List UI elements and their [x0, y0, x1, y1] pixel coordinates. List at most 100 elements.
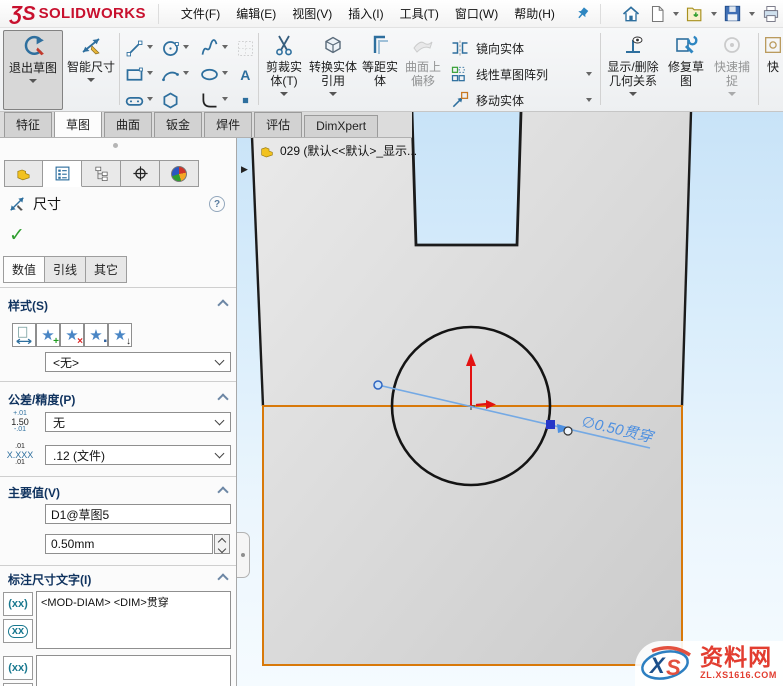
- dimension-handle-left[interactable]: [373, 380, 383, 390]
- line-tool-flyout[interactable]: [147, 45, 153, 49]
- spline-tool-flyout[interactable]: [222, 45, 228, 49]
- precision-dropdown[interactable]: .12 (文件): [45, 445, 231, 465]
- line-tool-button[interactable]: [122, 36, 146, 60]
- dimension-value-spinner[interactable]: [214, 534, 230, 554]
- arc-tool-button[interactable]: [158, 62, 182, 86]
- dimension-text-area-secondary[interactable]: [36, 655, 231, 686]
- panel-splitter-handle[interactable]: [237, 532, 250, 578]
- style-delete-button[interactable]: ★ ×: [60, 323, 84, 347]
- add-parenthesis-button[interactable]: (xx): [3, 592, 33, 616]
- circle-tool-button[interactable]: [158, 36, 182, 60]
- polygon-tool-button[interactable]: [158, 88, 182, 112]
- tab-value[interactable]: 数值: [3, 256, 46, 283]
- tree-flyout-arrow[interactable]: ▶: [241, 164, 248, 175]
- menu-edit[interactable]: 编辑(E): [228, 1, 284, 26]
- menu-help[interactable]: 帮助(H): [506, 1, 563, 26]
- trim-entities-button[interactable]: 剪裁实体(T): [261, 30, 307, 110]
- exit-sketch-flyout[interactable]: [29, 79, 37, 83]
- convert-entities-button[interactable]: 转换实体引用: [308, 30, 358, 110]
- point-tool-button[interactable]: [233, 88, 257, 112]
- display-relations-flyout[interactable]: [629, 92, 637, 96]
- graphics-area[interactable]: ∅0.50贯穿 ▶ 029 (默认<<默认>_显示... X S 资料网 ZL.…: [237, 112, 783, 686]
- boxed-dimension-button[interactable]: xx: [3, 619, 33, 643]
- dimension-anchor-point[interactable]: [546, 420, 555, 429]
- tab-leaders[interactable]: 引线: [45, 256, 87, 283]
- tab-featuremanager[interactable]: [4, 160, 43, 187]
- panel-splitter-dot[interactable]: [113, 143, 118, 148]
- rectangle-tool-flyout[interactable]: [147, 71, 153, 75]
- ellipse-tool-flyout[interactable]: [222, 71, 228, 75]
- open-flyout[interactable]: [710, 11, 717, 16]
- fillet-tool-button[interactable]: [197, 88, 221, 112]
- home-button[interactable]: [619, 2, 643, 26]
- save-button[interactable]: [721, 2, 745, 26]
- move-entities-flyout[interactable]: [586, 98, 592, 102]
- ribbon-tab-features[interactable]: 特征: [4, 112, 53, 137]
- new-document-flyout[interactable]: [672, 11, 679, 16]
- style-dropdown[interactable]: <无>: [45, 352, 231, 372]
- primary-collapse-chevron[interactable]: [217, 486, 229, 498]
- circle-tool-flyout[interactable]: [183, 45, 189, 49]
- feature-tree-item[interactable]: 029 (默认<<默认>_显示...: [259, 142, 417, 159]
- tolerance-type-dropdown[interactable]: 无: [45, 412, 231, 432]
- style-default-button[interactable]: [12, 323, 36, 347]
- move-entities-button[interactable]: 移动实体: [450, 90, 524, 110]
- style-load-button[interactable]: ★ ↓: [108, 323, 132, 347]
- smart-dimension-flyout[interactable]: [87, 78, 95, 82]
- ok-button[interactable]: ✓: [9, 224, 25, 247]
- convert-entities-flyout[interactable]: [329, 92, 337, 96]
- linear-sketch-pattern-button[interactable]: 线性草图阵列: [450, 64, 548, 84]
- style-add-button[interactable]: ★ +: [36, 323, 60, 347]
- dimension-text-area[interactable]: <MOD-DIAM> <DIM>贯穿: [36, 591, 231, 649]
- help-button[interactable]: ?: [209, 196, 225, 212]
- notch-edges[interactable]: [410, 112, 523, 247]
- offset-entities-button[interactable]: 等距实体: [360, 30, 400, 110]
- repair-sketch-button[interactable]: 修复草图: [664, 30, 708, 110]
- trim-entities-flyout[interactable]: [280, 92, 288, 96]
- tab-configurationmanager[interactable]: [82, 160, 121, 187]
- dimension-value-input[interactable]: [45, 534, 213, 554]
- rectangle-tool-button[interactable]: [122, 62, 146, 86]
- dimension-text-collapse-chevron[interactable]: [217, 573, 229, 585]
- menu-view[interactable]: 视图(V): [284, 1, 340, 26]
- menu-insert[interactable]: 插入(I): [340, 1, 391, 26]
- ribbon-tab-dimxpert[interactable]: DimXpert: [304, 115, 379, 137]
- tab-propertymanager[interactable]: [43, 160, 82, 187]
- style-collapse-chevron[interactable]: [217, 299, 229, 311]
- quick-snaps-flyout[interactable]: [728, 92, 736, 96]
- linear-pattern-flyout[interactable]: [586, 72, 592, 76]
- style-save-button[interactable]: ★ ▪: [84, 323, 108, 347]
- ribbon-tab-sketch[interactable]: 草图: [54, 110, 103, 137]
- fillet-tool-flyout[interactable]: [222, 97, 228, 101]
- pin-menu-toggle[interactable]: [575, 6, 590, 21]
- slot-tool-button[interactable]: [122, 88, 146, 112]
- menu-tools[interactable]: 工具(T): [392, 1, 447, 26]
- open-button[interactable]: [683, 2, 707, 26]
- menu-window[interactable]: 窗口(W): [447, 1, 506, 26]
- clipped-toolbar-button[interactable]: 快: [762, 30, 783, 110]
- add-parenthesis-button-secondary[interactable]: (xx): [3, 656, 33, 680]
- menu-file[interactable]: 文件(F): [173, 1, 228, 26]
- spline-tool-button[interactable]: [197, 36, 221, 60]
- slot-tool-flyout[interactable]: [147, 97, 153, 101]
- save-flyout[interactable]: [748, 11, 755, 16]
- dimension-name-input[interactable]: [45, 504, 231, 524]
- dimension-handle-right[interactable]: [563, 426, 573, 436]
- mirror-entities-button[interactable]: 镜向实体: [450, 38, 524, 58]
- ribbon-tab-weldments[interactable]: 焊件: [204, 112, 253, 137]
- tab-other[interactable]: 其它: [86, 256, 128, 283]
- tab-dimxpertmanager[interactable]: [121, 160, 160, 187]
- display-delete-relations-button[interactable]: 显示/删除几何关系: [604, 30, 662, 110]
- text-tool-button[interactable]: A: [233, 62, 257, 86]
- ellipse-tool-button[interactable]: [197, 62, 221, 86]
- tolerance-collapse-chevron[interactable]: [217, 393, 229, 405]
- arc-tool-flyout[interactable]: [183, 71, 189, 75]
- ribbon-tab-sheet-metal[interactable]: 钣金: [154, 112, 203, 137]
- smart-dimension-button[interactable]: 智能尺寸: [66, 30, 116, 110]
- tab-displaymanager[interactable]: [160, 160, 199, 187]
- exit-sketch-button[interactable]: 退出草图: [3, 30, 63, 110]
- ribbon-tab-evaluate[interactable]: 评估: [254, 112, 303, 137]
- print-button[interactable]: [759, 2, 783, 26]
- ribbon-tab-surfaces[interactable]: 曲面: [104, 112, 153, 137]
- new-document-button[interactable]: [645, 2, 669, 26]
